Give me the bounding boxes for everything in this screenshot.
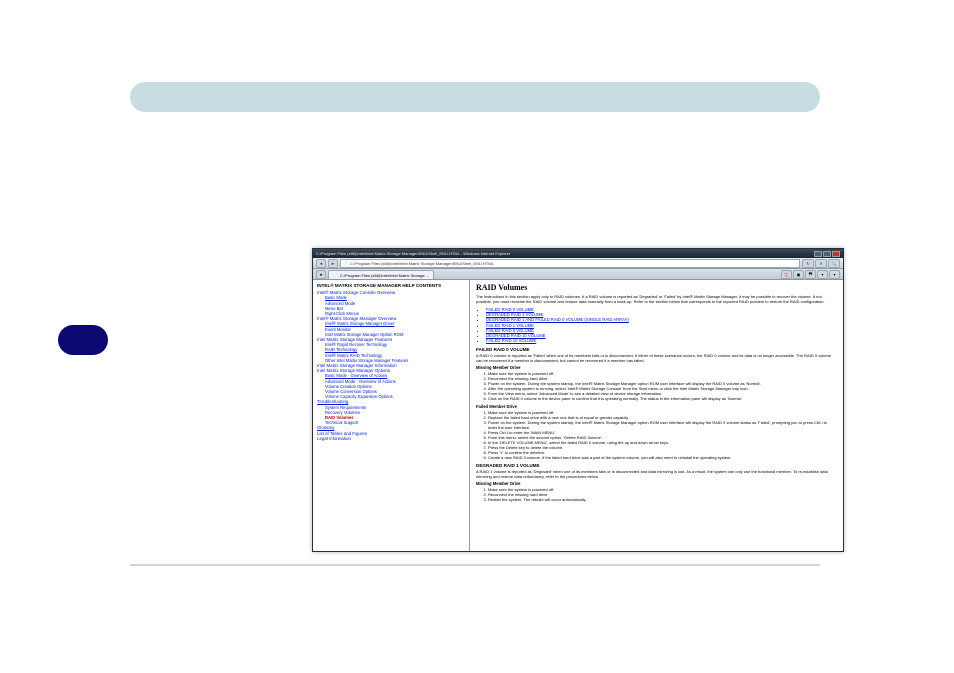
search-button[interactable]: 🔍 [828, 259, 840, 268]
close-button[interactable] [832, 251, 840, 257]
maximize-button[interactable] [823, 251, 831, 257]
tab-bar: ★ 📄 C:\Program Files (x86)\Intel\Intel M… [313, 269, 843, 280]
section1-sub1-heading: Missing Member Drive [476, 365, 837, 370]
anchor-link[interactable]: FAILED RAID 10 VOLUME [486, 338, 536, 343]
toc-pane: INTEL® MATRIX STORAGE MANAGER HELP CONTE… [313, 280, 470, 552]
tab-label: C:\Program Files (x86)\Intel\Intel Matri… [340, 273, 429, 278]
home-button[interactable]: 🏠 [781, 270, 792, 279]
browser-window: C:\Program Files (x86)\Intel\Intel Matri… [312, 248, 844, 552]
stop-button[interactable]: ✕ [815, 259, 827, 268]
section2-sub1-heading: Missing Member Drive [476, 481, 837, 486]
nav-bar: ◄ ► 📄 C:\Program Files (x86)\Intel\Intel… [313, 258, 843, 269]
decorative-top-bar [130, 82, 820, 112]
address-text: C:\Program Files (x86)\Intel\Intel Matri… [350, 261, 494, 266]
section1-sub2-steps: Make sure the system is powered off.Repl… [488, 410, 837, 460]
tab-tools: 🏠 ▣ 🖶 ▾ ▾ [781, 270, 840, 279]
tab-current[interactable]: 📄 C:\Program Files (x86)\Intel\Intel Mat… [328, 270, 434, 279]
section2-desc: A RAID 1 volume is reported as 'Degraded… [476, 469, 837, 479]
feeds-button[interactable]: ▣ [793, 270, 804, 279]
intro-paragraph: The instructions in this section apply o… [476, 294, 837, 304]
window-title-bar: C:\Program Files (x86)\Intel\Intel Matri… [313, 249, 843, 258]
back-button[interactable]: ◄ [316, 259, 326, 268]
section1-desc: A RAID 0 volume is reported as 'Failed' … [476, 353, 837, 363]
page-heading: RAID Volumes [476, 283, 837, 292]
step-item: Click on the RAID 0 volume in the device… [488, 396, 837, 401]
minimize-button[interactable] [814, 251, 822, 257]
tab-page-icon: 📄 [333, 273, 338, 278]
decorative-footer-line [130, 564, 820, 566]
toc-list: Intel® Matrix Storage Console OverviewBa… [317, 290, 465, 441]
section2-heading: DEGRADED RAID 1 VOLUME [476, 463, 837, 468]
toc-title: INTEL® MATRIX STORAGE MANAGER HELP CONTE… [317, 283, 465, 288]
anchor-item: FAILED RAID 10 VOLUME [486, 338, 837, 343]
decorative-side-pill [58, 325, 108, 355]
window-title-text: C:\Program Files (x86)\Intel\Intel Matri… [316, 249, 510, 258]
page-content: INTEL® MATRIX STORAGE MANAGER HELP CONTE… [313, 280, 843, 552]
toc-link[interactable]: Legal Information [317, 436, 351, 441]
nav-tools: ↻ ✕ 🔍 [802, 259, 840, 268]
refresh-button[interactable]: ↻ [802, 259, 814, 268]
print-button[interactable]: 🖶 [805, 270, 816, 279]
step-item: Create a new RAID 0 volume. If the faile… [488, 455, 837, 460]
section2-sub1-steps: Make sure the system is powered off.Reco… [488, 487, 837, 502]
section1-sub2-heading: Failed Member Drive [476, 404, 837, 409]
tools-menu-button[interactable]: ▾ [829, 270, 840, 279]
window-controls [814, 251, 840, 257]
page-icon: 📄 [343, 261, 348, 266]
page-menu-button[interactable]: ▾ [817, 270, 828, 279]
step-item: Power on the system. During the system s… [488, 420, 837, 430]
forward-button[interactable]: ► [328, 259, 338, 268]
main-pane: RAID Volumes The instructions in this se… [470, 280, 843, 552]
step-item: Restart the system. The rebuild will occ… [488, 497, 837, 502]
toc-item: Legal Information [317, 436, 465, 441]
favorites-button[interactable]: ★ [316, 270, 326, 279]
section1-sub1-steps: Make sure the system is powered off.Reco… [488, 371, 837, 401]
anchor-list: FAILED RAID 0 VOLUMEDEGRADED RAID 1 VOLU… [486, 307, 837, 343]
section1-heading: FAILED RAID 0 VOLUME [476, 347, 837, 352]
address-bar[interactable]: 📄 C:\Program Files (x86)\Intel\Intel Mat… [340, 259, 800, 268]
